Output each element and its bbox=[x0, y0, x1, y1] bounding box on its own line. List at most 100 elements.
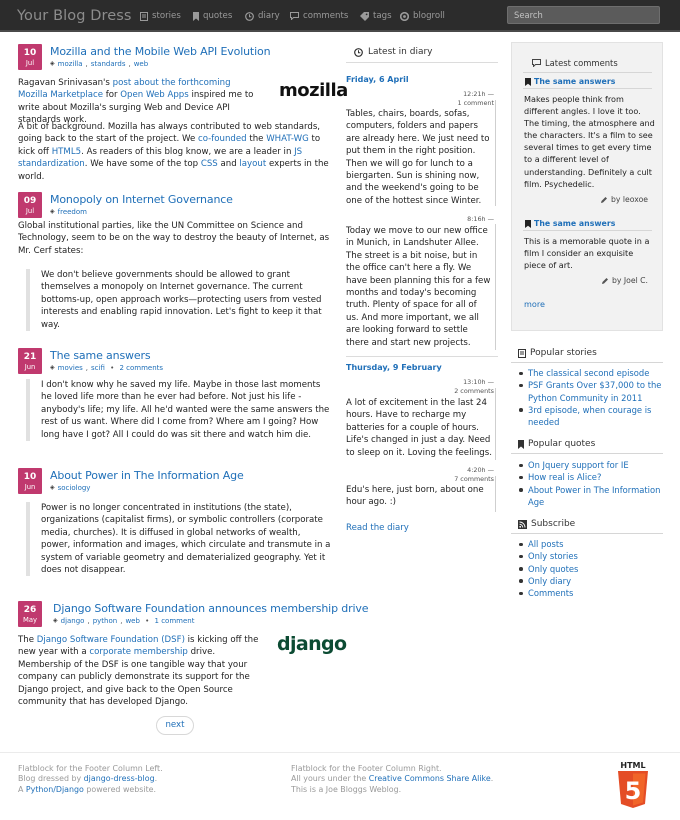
article-link[interactable]: co-founded bbox=[198, 134, 247, 144]
comment-text: This is a memorable quote in a film I co… bbox=[524, 236, 650, 271]
entry-rule bbox=[495, 388, 496, 460]
footer-link[interactable]: Creative Commons Share Alike bbox=[369, 774, 491, 783]
diary-heading-label: Latest in diary bbox=[368, 47, 433, 57]
post-title[interactable]: Monopoly on Internet Governance bbox=[50, 192, 233, 208]
next-page-button[interactable]: next bbox=[156, 716, 194, 735]
tag-link[interactable]: standards bbox=[91, 59, 126, 69]
text: Blog dressed by bbox=[18, 774, 84, 784]
post-entry: 26 May Django Software Foundation announc… bbox=[18, 601, 368, 707]
article-link[interactable]: corporate membership bbox=[89, 647, 188, 657]
text: . bbox=[490, 774, 494, 784]
divider bbox=[511, 533, 663, 534]
time-text: 4:20h bbox=[467, 466, 486, 474]
article-link[interactable]: CSS bbox=[201, 159, 218, 169]
nav-blogroll-label: blogroll bbox=[413, 11, 445, 21]
divider bbox=[523, 230, 652, 231]
comment-post-link[interactable]: The same answers bbox=[525, 76, 615, 87]
text: the bbox=[246, 134, 267, 145]
tag-icon: ◈ bbox=[50, 483, 55, 491]
text: All yours under the bbox=[291, 774, 369, 784]
footer-link[interactable]: django-dress-blog bbox=[84, 774, 155, 783]
time-text: 8:16h bbox=[467, 215, 486, 223]
tag-link[interactable]: web bbox=[125, 616, 139, 626]
article-link[interactable]: Open Web Apps bbox=[120, 90, 188, 100]
divider bbox=[346, 356, 498, 357]
footer-text: All yours under the Creative Commons Sha… bbox=[291, 774, 493, 784]
tag-link[interactable]: sociology bbox=[58, 483, 91, 493]
entry-comments[interactable]: 2 comments bbox=[454, 387, 494, 396]
nav-comments-label: comments bbox=[303, 11, 349, 21]
read-diary-link[interactable]: Read the diary bbox=[346, 522, 492, 534]
time-text: 13:10h bbox=[463, 378, 486, 386]
divider bbox=[511, 453, 663, 454]
list-item[interactable]: Only quotes bbox=[518, 563, 663, 575]
popular-stories-heading-label: Popular stories bbox=[530, 348, 597, 358]
article-link[interactable]: Django Software Foundation (DSF) bbox=[37, 635, 185, 645]
comment-post-link[interactable]: The same answers bbox=[525, 218, 615, 229]
list-item[interactable]: All posts bbox=[518, 538, 663, 550]
tag-link[interactable]: freedom bbox=[58, 207, 87, 217]
date-month: Jun bbox=[24, 483, 36, 491]
article-link[interactable]: HTML5 bbox=[52, 147, 81, 157]
text: and bbox=[217, 159, 240, 170]
date-month: Jul bbox=[25, 59, 35, 67]
more-comments-link[interactable]: more bbox=[524, 298, 545, 310]
entry-comments[interactable]: 7 comments bbox=[454, 475, 494, 484]
post-entry: 21 Jun The same answers ◈ movies, scifi •… bbox=[18, 348, 336, 448]
nav-tags-label: tags bbox=[373, 11, 392, 21]
divider bbox=[523, 88, 652, 89]
bookmark-icon bbox=[525, 219, 531, 228]
nav-comments[interactable]: comments bbox=[290, 10, 348, 22]
comment-icon bbox=[532, 59, 541, 68]
comments-link[interactable]: 2 comments bbox=[119, 363, 163, 373]
comment-author-name: by leoxoe bbox=[611, 195, 648, 204]
tag-link[interactable]: mozilla bbox=[58, 59, 83, 69]
tag-link[interactable]: web bbox=[134, 59, 148, 69]
post-date: 10 Jul bbox=[18, 44, 42, 70]
comment-author: by leoxoe bbox=[600, 194, 648, 205]
date-day: 21 bbox=[23, 352, 37, 362]
tag-link[interactable]: python bbox=[93, 616, 118, 626]
list-item[interactable]: About Power in The Information Age bbox=[518, 484, 663, 509]
search-input[interactable] bbox=[507, 6, 660, 24]
footer-text: Flatblock for the Footer Column Right. bbox=[291, 764, 442, 773]
list-item[interactable]: 3rd episode, when courage is needed bbox=[518, 404, 663, 429]
nav-quotes[interactable]: quotes bbox=[193, 10, 232, 22]
list-item[interactable]: On Jquery support for IE bbox=[518, 459, 663, 471]
post-tags: ◈ freedom bbox=[50, 207, 87, 217]
blockquote: Power is no longer concentrated in insti… bbox=[26, 502, 332, 577]
entry-rule bbox=[495, 224, 496, 350]
article-link[interactable]: layout bbox=[239, 159, 266, 169]
list-item[interactable]: Only stories bbox=[518, 550, 663, 562]
diary-day-label[interactable]: Thursday, 9 February bbox=[346, 362, 442, 374]
nav-diary[interactable]: diary bbox=[245, 10, 280, 22]
diary-day-label[interactable]: Friday, 6 April bbox=[346, 74, 409, 86]
tag-link[interactable]: scifi bbox=[91, 363, 105, 373]
nav-stories[interactable]: stories bbox=[140, 10, 181, 22]
tag-link[interactable]: movies bbox=[58, 363, 83, 373]
nav-tags[interactable]: tags bbox=[360, 10, 392, 22]
comments-link[interactable]: 1 comment bbox=[155, 616, 195, 626]
list-item[interactable]: PSF Grants Over $37,000 to the Python Co… bbox=[518, 379, 663, 404]
post-title[interactable]: Django Software Foundation announces mem… bbox=[53, 601, 368, 617]
tag-link[interactable]: django bbox=[61, 616, 85, 626]
article-link[interactable]: WHAT-WG bbox=[266, 134, 309, 144]
list-item[interactable]: Only diary bbox=[518, 575, 663, 587]
list-item[interactable]: Comments bbox=[518, 587, 663, 599]
text: The bbox=[18, 635, 37, 645]
brand-logo[interactable]: Your Blog Dress bbox=[17, 6, 132, 27]
post-title[interactable]: The same answers bbox=[50, 348, 151, 364]
text: . bbox=[154, 774, 158, 784]
nav-blogroll[interactable]: blogroll bbox=[400, 10, 445, 22]
entry-comments[interactable]: 1 comment bbox=[458, 99, 494, 108]
list-item[interactable]: How real is Alice? bbox=[518, 471, 663, 483]
post-title[interactable]: About Power in The Information Age bbox=[50, 468, 244, 484]
post-date: 10 Jun bbox=[18, 468, 42, 494]
text: Ragavan Srinivasan's bbox=[18, 78, 113, 88]
date-day: 09 bbox=[23, 196, 37, 206]
list-item[interactable]: The classical second episode bbox=[518, 367, 663, 379]
footer-link[interactable]: Python/Django bbox=[26, 785, 84, 794]
popular-quotes-heading-label: Popular quotes bbox=[528, 439, 596, 449]
post-title[interactable]: Mozilla and the Mobile Web API Evolution bbox=[50, 44, 271, 60]
subscribe-heading-label: Subscribe bbox=[531, 519, 576, 529]
